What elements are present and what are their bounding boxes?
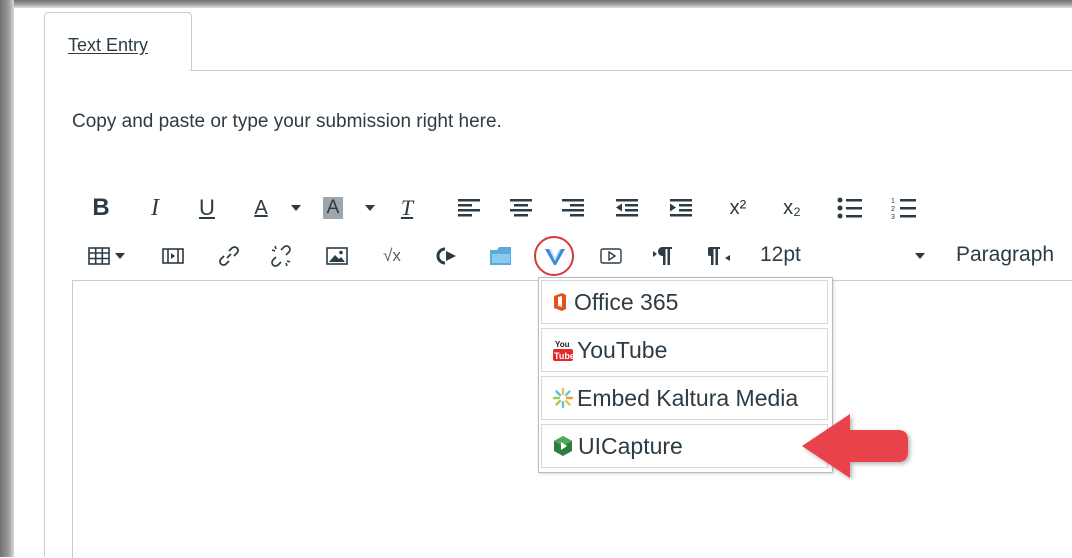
svg-text:Tube: Tube <box>554 351 574 361</box>
menu-item-label: Office 365 <box>574 288 679 315</box>
table-dropdown[interactable] <box>114 239 126 273</box>
callout-arrow <box>802 414 908 478</box>
chevron-down-icon <box>291 205 301 211</box>
lti-tool-button[interactable] <box>434 239 460 273</box>
svg-text:2: 2 <box>891 206 895 213</box>
outdent-button[interactable] <box>614 191 640 225</box>
superscript-button[interactable]: x² <box>724 191 752 225</box>
unlink-icon <box>271 245 291 267</box>
uicapture-icon <box>554 436 572 456</box>
block-format-select[interactable]: Paragraph <box>956 243 1054 267</box>
tab-text-entry[interactable]: Text Entry <box>44 12 192 71</box>
text-color-glyph: A <box>254 196 268 219</box>
outdent-icon <box>616 199 638 217</box>
numbered-list-button[interactable]: 123 <box>890 191 918 225</box>
plug-arrow-icon <box>436 247 456 265</box>
chevron-down-icon <box>115 253 125 259</box>
background-color-glyph: A <box>322 197 344 219</box>
subscript-button[interactable]: x₂ <box>778 191 806 225</box>
youtube-icon: You Tube <box>553 340 574 361</box>
chevron-down-icon <box>365 205 375 211</box>
unlink-button[interactable] <box>268 239 294 273</box>
square-root-icon: √x <box>383 246 401 265</box>
italic-button[interactable]: I <box>144 191 166 225</box>
documents-button[interactable] <box>488 239 514 273</box>
background-color-button[interactable]: A <box>320 191 346 225</box>
rtl-button[interactable] <box>706 239 734 273</box>
font-size-select[interactable]: 12pt <box>760 243 801 267</box>
paragraph-ltr-icon <box>653 247 672 265</box>
align-right-button[interactable] <box>560 191 586 225</box>
page: Text Entry Copy and paste or type your s… <box>16 10 1072 558</box>
menu-item-youtube[interactable]: You Tube YouTube <box>541 328 828 372</box>
tab-divider <box>190 70 1072 71</box>
office-365-icon <box>554 293 566 311</box>
underline-button[interactable]: U <box>196 191 218 225</box>
subscript-glyph: x₂ <box>783 196 801 219</box>
font-size-dropdown[interactable] <box>915 253 925 259</box>
indent-button[interactable] <box>668 191 694 225</box>
link-icon <box>219 246 239 266</box>
table-button[interactable] <box>86 239 112 273</box>
bold-glyph: B <box>92 194 110 221</box>
text-color-button[interactable]: A <box>248 191 274 225</box>
menu-item-office-365[interactable]: Office 365 <box>541 280 828 324</box>
italic-glyph: I <box>151 194 159 221</box>
highlight-circle <box>534 236 574 276</box>
window-frame-top <box>0 0 1072 8</box>
menu-item-uicapture[interactable]: UICapture <box>541 424 828 468</box>
embed-menu: Office 365 You Tube YouTube Embed Kaltura… <box>538 277 833 473</box>
clear-formatting-button[interactable]: T <box>394 191 420 225</box>
link-button[interactable] <box>216 239 242 273</box>
numbered-list-icon: 123 <box>891 198 916 220</box>
clear-formatting-glyph: T <box>400 195 414 220</box>
align-right-icon <box>562 199 584 217</box>
ltr-button[interactable] <box>650 239 678 273</box>
superscript-glyph: x² <box>729 196 747 219</box>
film-icon <box>162 248 184 264</box>
folder-icon <box>490 247 511 265</box>
underline-glyph: U <box>199 195 215 220</box>
table-icon <box>88 247 110 265</box>
bullet-list-icon <box>837 197 862 219</box>
panel-border <box>44 70 45 557</box>
menu-item-kaltura[interactable]: Embed Kaltura Media <box>541 376 828 420</box>
text-color-dropdown[interactable] <box>290 191 302 225</box>
indent-icon <box>670 199 692 217</box>
tab-label: Text Entry <box>68 35 149 55</box>
align-center-icon <box>510 199 532 217</box>
align-left-icon <box>458 199 480 217</box>
equation-button[interactable]: √x <box>378 239 406 273</box>
bullet-list-button[interactable] <box>836 191 864 225</box>
video-icon <box>600 248 622 264</box>
media-button[interactable] <box>160 239 186 273</box>
svg-text:You: You <box>555 340 570 349</box>
svg-text:3: 3 <box>891 214 895 220</box>
image-button[interactable] <box>324 239 350 273</box>
video-button[interactable] <box>598 239 624 273</box>
align-center-button[interactable] <box>508 191 534 225</box>
kaltura-icon <box>552 387 574 409</box>
menu-item-label: UICapture <box>578 432 683 459</box>
menu-item-label: YouTube <box>577 336 668 363</box>
background-color-dropdown[interactable] <box>364 191 376 225</box>
menu-item-label: Embed Kaltura Media <box>577 384 799 411</box>
image-icon <box>326 247 348 265</box>
svg-text:1: 1 <box>891 198 895 205</box>
chevron-down-icon <box>915 253 925 259</box>
window-frame-left <box>0 0 14 557</box>
bold-button[interactable]: B <box>90 191 112 225</box>
paragraph-rtl-icon <box>708 247 730 265</box>
instructions-text: Copy and paste or type your submission r… <box>72 111 502 132</box>
align-left-button[interactable] <box>456 191 482 225</box>
